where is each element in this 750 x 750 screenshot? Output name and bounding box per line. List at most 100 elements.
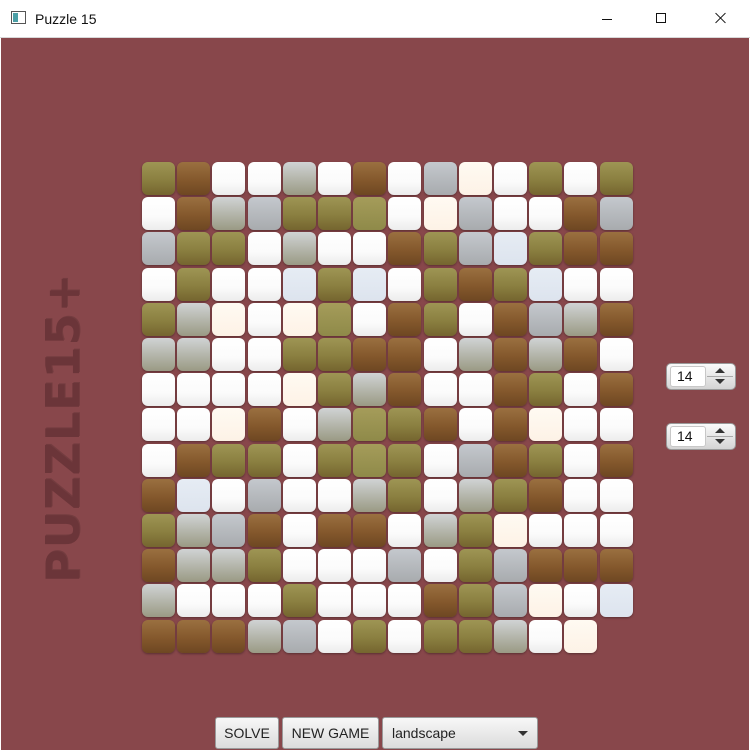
cols-spinner-value[interactable]: 14 xyxy=(670,426,706,447)
puzzle-tile[interactable] xyxy=(564,232,597,265)
cols-decrement-icon[interactable] xyxy=(707,437,733,448)
cols-spinner[interactable]: 14 xyxy=(666,423,736,450)
puzzle-tile[interactable] xyxy=(459,549,492,582)
puzzle-tile[interactable] xyxy=(318,197,351,230)
puzzle-tile[interactable] xyxy=(353,549,386,582)
puzzle-tile[interactable] xyxy=(212,162,245,195)
puzzle-tile[interactable] xyxy=(353,514,386,547)
puzzle-tile[interactable] xyxy=(564,444,597,477)
puzzle-tile[interactable] xyxy=(494,338,527,371)
puzzle-tile[interactable] xyxy=(388,549,421,582)
puzzle-tile[interactable] xyxy=(564,268,597,301)
puzzle-tile[interactable] xyxy=(388,479,421,512)
puzzle-tile[interactable] xyxy=(177,444,210,477)
puzzle-tile[interactable] xyxy=(494,549,527,582)
puzzle-tile[interactable] xyxy=(600,479,633,512)
puzzle-tile[interactable] xyxy=(424,373,457,406)
puzzle-tile[interactable] xyxy=(388,444,421,477)
puzzle-tile[interactable] xyxy=(353,444,386,477)
puzzle-tile[interactable] xyxy=(248,620,281,653)
maximize-icon[interactable] xyxy=(638,0,684,37)
puzzle-tile[interactable] xyxy=(424,444,457,477)
puzzle-tile[interactable] xyxy=(388,408,421,441)
puzzle-tile[interactable] xyxy=(564,162,597,195)
solve-button[interactable]: SOLVE xyxy=(215,717,279,749)
puzzle-tile[interactable] xyxy=(353,162,386,195)
new-game-button[interactable]: NEW GAME xyxy=(282,717,379,749)
puzzle-tile[interactable] xyxy=(248,197,281,230)
puzzle-tile[interactable] xyxy=(529,444,562,477)
puzzle-tile[interactable] xyxy=(564,620,597,653)
puzzle-tile[interactable] xyxy=(212,514,245,547)
puzzle-tile[interactable] xyxy=(318,408,351,441)
puzzle-tile[interactable] xyxy=(564,549,597,582)
puzzle-tile[interactable] xyxy=(424,338,457,371)
puzzle-tile[interactable] xyxy=(283,373,316,406)
puzzle-tile[interactable] xyxy=(177,549,210,582)
cols-increment-icon[interactable] xyxy=(707,425,733,437)
puzzle-tile[interactable] xyxy=(600,549,633,582)
puzzle-tile[interactable] xyxy=(248,373,281,406)
rows-spinner-value[interactable]: 14 xyxy=(670,366,706,387)
puzzle-tile[interactable] xyxy=(212,584,245,617)
puzzle-tile[interactable] xyxy=(353,408,386,441)
puzzle-tile[interactable] xyxy=(283,268,316,301)
puzzle-tile[interactable] xyxy=(177,373,210,406)
puzzle-tile[interactable] xyxy=(388,514,421,547)
puzzle-tile[interactable] xyxy=(600,268,633,301)
puzzle-tile[interactable] xyxy=(248,479,281,512)
puzzle-tile[interactable] xyxy=(529,408,562,441)
puzzle-tile[interactable] xyxy=(424,232,457,265)
rows-increment-icon[interactable] xyxy=(707,365,733,377)
puzzle-tile[interactable] xyxy=(318,620,351,653)
minimize-icon[interactable] xyxy=(584,0,630,37)
puzzle-tile[interactable] xyxy=(459,444,492,477)
puzzle-tile[interactable] xyxy=(318,549,351,582)
puzzle-tile[interactable] xyxy=(353,373,386,406)
puzzle-tile[interactable] xyxy=(353,584,386,617)
puzzle-tile[interactable] xyxy=(318,584,351,617)
puzzle-tile[interactable] xyxy=(529,514,562,547)
puzzle-tile[interactable] xyxy=(459,232,492,265)
puzzle-tile[interactable] xyxy=(459,584,492,617)
puzzle-tile[interactable] xyxy=(212,303,245,336)
puzzle-tile[interactable] xyxy=(283,479,316,512)
puzzle-tile[interactable] xyxy=(494,232,527,265)
puzzle-tile[interactable] xyxy=(600,338,633,371)
puzzle-tile[interactable] xyxy=(529,584,562,617)
puzzle-tile[interactable] xyxy=(459,303,492,336)
puzzle-tile[interactable] xyxy=(494,479,527,512)
puzzle-tile[interactable] xyxy=(283,338,316,371)
puzzle-tile[interactable] xyxy=(388,232,421,265)
puzzle-tile[interactable] xyxy=(494,303,527,336)
puzzle-tile[interactable] xyxy=(248,549,281,582)
puzzle-tile[interactable] xyxy=(212,373,245,406)
puzzle-tile[interactable] xyxy=(353,303,386,336)
puzzle-tile[interactable] xyxy=(459,620,492,653)
puzzle-tile[interactable] xyxy=(564,408,597,441)
puzzle-tile[interactable] xyxy=(459,408,492,441)
puzzle-tile[interactable] xyxy=(494,514,527,547)
puzzle-tile[interactable] xyxy=(600,514,633,547)
puzzle-tile[interactable] xyxy=(388,338,421,371)
puzzle-tile[interactable] xyxy=(318,338,351,371)
puzzle-tile[interactable] xyxy=(424,303,457,336)
puzzle-tile[interactable] xyxy=(600,444,633,477)
puzzle-tile[interactable] xyxy=(177,268,210,301)
puzzle-tile[interactable] xyxy=(600,232,633,265)
puzzle-tile[interactable] xyxy=(212,549,245,582)
puzzle-tile[interactable] xyxy=(529,232,562,265)
puzzle-tile[interactable] xyxy=(142,162,175,195)
puzzle-tile[interactable] xyxy=(353,338,386,371)
puzzle-tile[interactable] xyxy=(142,303,175,336)
puzzle-tile[interactable] xyxy=(283,408,316,441)
puzzle-tile[interactable] xyxy=(283,162,316,195)
puzzle-tile[interactable] xyxy=(459,162,492,195)
puzzle-tile[interactable] xyxy=(564,303,597,336)
puzzle-tile[interactable] xyxy=(142,479,175,512)
puzzle-tile[interactable] xyxy=(283,620,316,653)
puzzle-tile[interactable] xyxy=(248,162,281,195)
puzzle-tile[interactable] xyxy=(318,232,351,265)
puzzle-tile[interactable] xyxy=(212,232,245,265)
close-icon[interactable] xyxy=(698,0,744,37)
